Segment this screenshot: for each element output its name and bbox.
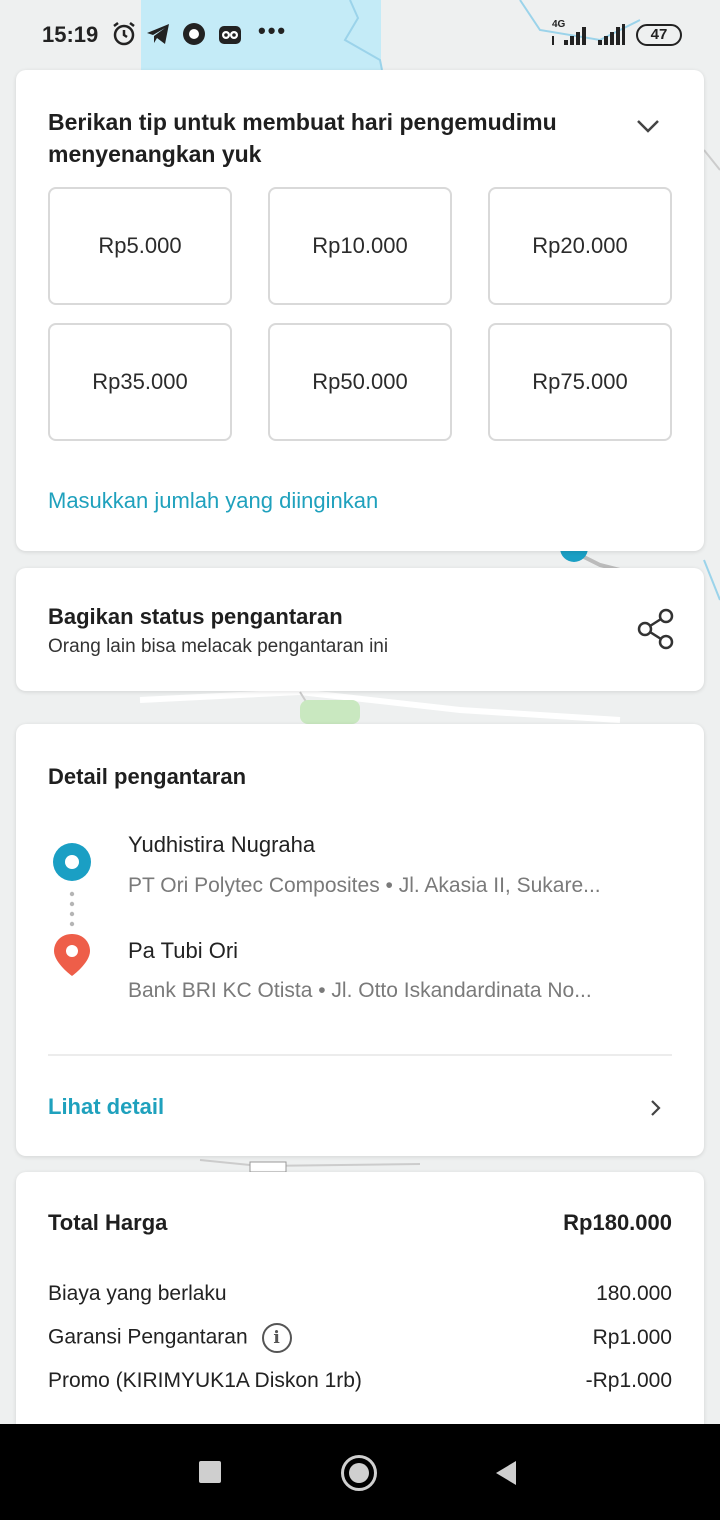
app-icon <box>183 23 205 45</box>
tripadvisor-icon <box>219 26 241 44</box>
signal-icon <box>552 27 586 45</box>
price-row-value: -Rp1.000 <box>585 1369 672 1392</box>
signal-icon-2 <box>598 24 625 45</box>
pickup-pin-icon <box>53 843 91 881</box>
tip-option[interactable]: Rp10.000 <box>268 187 452 305</box>
delivery-detail-card: Detail pengantaran Yudhistira Nugraha PT… <box>16 724 704 1156</box>
tip-option[interactable]: Rp75.000 <box>488 323 672 441</box>
tip-option[interactable]: Rp5.000 <box>48 187 232 305</box>
chevron-down-icon[interactable] <box>634 112 662 140</box>
share-title: Bagikan status pengantaran <box>48 604 343 629</box>
home-button[interactable] <box>341 1455 377 1491</box>
price-row: Biaya yang berlaku 180.000 <box>48 1282 672 1306</box>
info-icon[interactable]: i <box>261 1323 292 1353</box>
total-price-row: Total Harga Rp180.000 <box>48 1210 672 1236</box>
more-icon: ••• <box>258 18 288 43</box>
chevron-right-icon[interactable] <box>646 1096 666 1120</box>
price-row-value: Rp1.000 <box>592 1326 672 1349</box>
price-row-label: Promo (KIRIMYUK1A Diskon 1rb) <box>48 1369 362 1392</box>
route-dots <box>69 891 75 927</box>
pickup-address: PT Ori Polytec Composites • Jl. Akasia I… <box>128 874 601 897</box>
dropoff-address: Bank BRI KC Otista • Jl. Otto Iskandardi… <box>128 979 592 1002</box>
price-row-value: 180.000 <box>596 1282 672 1305</box>
system-nav-bar <box>0 1424 720 1520</box>
total-label: Total Harga <box>48 1210 168 1235</box>
tip-option[interactable]: Rp50.000 <box>268 323 452 441</box>
alarm-icon <box>113 22 135 46</box>
share-icon[interactable] <box>636 608 676 650</box>
share-card[interactable]: Bagikan status pengantaran Orang lain bi… <box>16 568 704 691</box>
price-row-label: Biaya yang berlaku <box>48 1282 227 1305</box>
price-row-label: Garansi Pengantaran <box>48 1325 248 1349</box>
price-row: Promo (KIRIMYUK1A Diskon 1rb) -Rp1.000 <box>48 1369 672 1393</box>
status-time: 15:19 <box>42 22 99 47</box>
tip-card: Berikan tip untuk membuat hari pengemudi… <box>16 70 704 551</box>
recents-button[interactable] <box>199 1461 221 1483</box>
custom-tip-link[interactable]: Masukkan jumlah yang diinginkan <box>48 488 378 514</box>
price-row-label-wrap: Garansi Pengantaran i <box>48 1323 292 1353</box>
price-card: Total Harga Rp180.000 Biaya yang berlaku… <box>16 1172 704 1442</box>
total-value: Rp180.000 <box>563 1210 672 1235</box>
status-bar: 15:19 ••• 4G 47 <box>0 0 720 70</box>
detail-title: Detail pengantaran <box>48 764 247 789</box>
tip-options: Rp5.000 Rp10.000 Rp20.000 Rp35.000 Rp50.… <box>48 187 672 441</box>
dropoff-name: Pa Tubi Ori <box>128 938 239 963</box>
tip-option[interactable]: Rp35.000 <box>48 323 232 441</box>
tip-title: Berikan tip untuk membuat hari pengemudi… <box>48 109 557 167</box>
back-button[interactable] <box>494 1459 518 1487</box>
dropoff-pin-icon <box>54 934 90 976</box>
share-subtitle: Orang lain bisa melacak pengantaran ini <box>48 636 389 657</box>
telegram-icon <box>147 24 169 44</box>
see-detail-link[interactable]: Lihat detail <box>48 1094 164 1120</box>
tip-option[interactable]: Rp20.000 <box>488 187 672 305</box>
pickup-name: Yudhistira Nugraha <box>128 832 316 857</box>
price-row: Garansi Pengantaran i Rp1.000 <box>48 1323 672 1353</box>
battery-indicator: 47 <box>636 24 682 46</box>
divider <box>48 1054 672 1056</box>
